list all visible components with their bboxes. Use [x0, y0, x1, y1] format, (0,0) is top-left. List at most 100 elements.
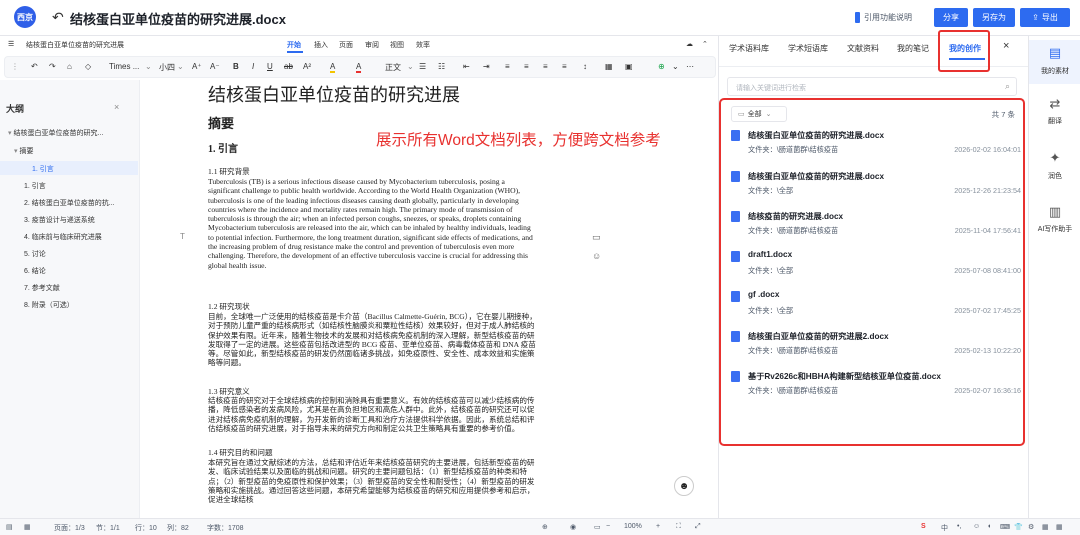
sidebar-item-ai-writer[interactable]: AI写作助手	[1029, 224, 1080, 234]
file-item[interactable]: 结核疫苗的研究进展.docx 文件夹：\肠道菌群\结核疫苗 2025-11-04…	[731, 209, 1021, 249]
outline-item[interactable]: 4. 临床前与临床研究进展	[24, 232, 102, 242]
outline-item[interactable]: 7. 参考文献	[24, 283, 60, 293]
align-right-icon[interactable]: ≡	[543, 62, 548, 71]
tab-efficiency[interactable]: 效率	[416, 40, 430, 50]
zoom-in-icon[interactable]: +	[656, 523, 660, 530]
emoji-icon[interactable]: ☺	[592, 251, 601, 261]
font-select[interactable]: Times ...	[109, 62, 139, 71]
table-icon[interactable]: ▦	[605, 62, 613, 71]
zoom-out-icon[interactable]: −	[606, 523, 610, 530]
tab-academic-corpus[interactable]: 学术语料库	[729, 43, 769, 54]
file-item[interactable]: 结核蛋白亚单位疫苗的研究进展2.docx 文件夹：\肠道菌群\结核疫苗 2025…	[731, 329, 1021, 369]
style-dropdown-icon[interactable]: ⌄	[407, 62, 414, 71]
numbered-list-icon[interactable]: ☷	[438, 62, 445, 71]
bullet-list-icon[interactable]: ☰	[419, 62, 426, 71]
outline-item[interactable]: 8. 附录（可选）	[24, 300, 74, 310]
sidebar-item-translate[interactable]: 翻译	[1029, 116, 1080, 126]
zoom-level[interactable]: 100%	[624, 523, 642, 530]
bold-icon[interactable]: B	[233, 62, 239, 71]
cloud-icon[interactable]: ☁	[686, 40, 693, 48]
tab-my-notes[interactable]: 我的笔记	[897, 43, 929, 54]
outline-item[interactable]: 6. 结论	[24, 266, 46, 276]
search-icon[interactable]: ⌕	[1005, 81, 1010, 92]
ime-keyboard-icon[interactable]: ⌨	[1000, 523, 1010, 531]
save-as-button[interactable]: 另存为	[973, 8, 1015, 27]
layout-icon[interactable]: ▦	[24, 523, 31, 531]
page-view-icon[interactable]: ▭	[594, 523, 601, 531]
outline-item[interactable]: 5. 讨论	[24, 249, 46, 259]
format-painter-icon[interactable]: ⌂	[67, 62, 72, 71]
sidebar-item-polish[interactable]: 润色	[1029, 171, 1080, 181]
ime-more-icon[interactable]: ▦	[1056, 523, 1063, 531]
ime-language[interactable]: 中	[941, 523, 948, 533]
translate-icon[interactable]: ⇄	[1029, 96, 1080, 112]
indent-icon[interactable]: ⇥	[483, 62, 490, 71]
fullscreen-icon[interactable]: ⤢	[695, 523, 701, 531]
image-icon[interactable]: ▣	[625, 62, 633, 71]
justify-icon[interactable]: ≡	[562, 62, 567, 71]
tab-review[interactable]: 审阅	[365, 40, 379, 50]
web-icon[interactable]: ⊕	[542, 523, 548, 531]
tab-insert[interactable]: 插入	[314, 40, 328, 50]
ime-voice-icon[interactable]: ◖	[987, 523, 991, 530]
clear-format-icon[interactable]: ◇	[85, 62, 91, 71]
highlight-icon[interactable]: A	[330, 62, 336, 73]
comment-icon[interactable]: ▭	[592, 232, 601, 243]
underline-icon[interactable]: U	[267, 62, 273, 71]
undo-icon[interactable]: ↶	[31, 62, 38, 71]
back-arrow-icon[interactable]: ↶	[52, 9, 64, 26]
ime-apps-icon[interactable]: ▦	[1042, 523, 1049, 531]
size-dropdown-icon[interactable]: ⌄	[177, 62, 184, 71]
outdent-icon[interactable]: ⇤	[463, 62, 470, 71]
outline-item[interactable]: 2. 结核蛋白亚单位疫苗的抗...	[24, 198, 115, 208]
panel-toggle-icon[interactable]: ▤	[6, 523, 13, 531]
ai-writer-icon[interactable]: ▥	[1029, 204, 1080, 220]
read-mode-icon[interactable]: ◉	[570, 523, 576, 531]
style-select[interactable]: 正文	[385, 62, 401, 73]
ime-logo-icon[interactable]: S	[921, 523, 926, 530]
italic-icon[interactable]: I	[252, 62, 254, 71]
superscript-icon[interactable]: A²	[303, 62, 311, 71]
outline-item[interactable]: 1. 引言	[32, 164, 54, 174]
ime-punct-icon[interactable]: •,	[957, 523, 961, 530]
polish-icon[interactable]: ✦	[1029, 150, 1080, 166]
outline-item[interactable]: 1. 引言	[24, 181, 46, 191]
fit-page-icon[interactable]: ⛶	[676, 523, 681, 531]
collapse-icon[interactable]: ⌃	[702, 40, 708, 48]
file-item[interactable]: draft1.docx 文件夹：\全部 2025-07-08 08:41:00	[731, 249, 1021, 289]
outline-item[interactable]: ▾ 摘要	[14, 146, 33, 156]
redo-icon[interactable]: ↷	[49, 62, 56, 71]
file-item[interactable]: 结核蛋白亚单位疫苗的研究进展.docx 文件夹：\全部 2025-12-26 2…	[731, 169, 1021, 209]
line-spacing-icon[interactable]: ↕	[583, 62, 587, 71]
file-item[interactable]: gf .docx 文件夹：\全部 2025-07-02 17:45:25	[731, 289, 1021, 329]
outline-item[interactable]: ▾ 结核蛋白亚单位疫苗的研究...	[8, 128, 103, 138]
materials-icon[interactable]: ▤	[1029, 45, 1080, 61]
panel-close-icon[interactable]: ×	[1003, 40, 1009, 52]
align-left-icon[interactable]: ≡	[505, 62, 510, 71]
ime-skin-icon[interactable]: 👕	[1014, 523, 1023, 531]
ime-tools-icon[interactable]: ⚙	[1028, 523, 1034, 531]
filter-select[interactable]: ▭ 全部 ⌄	[731, 106, 787, 122]
font-grow-icon[interactable]: A⁺	[192, 62, 202, 71]
font-dropdown-icon[interactable]: ⌄	[145, 62, 152, 71]
font-shrink-icon[interactable]: A⁻	[210, 62, 220, 71]
align-center-icon[interactable]: ≡	[524, 62, 529, 71]
file-item[interactable]: 结核蛋白亚单位疫苗的研究进展.docx 文件夹：\肠道菌群\结核疫苗 2026-…	[731, 128, 1021, 168]
insert-dropdown-icon[interactable]: ⌄	[672, 62, 679, 71]
ime-emoji-icon[interactable]: ☺	[973, 523, 980, 530]
more-icon[interactable]: ⋯	[686, 62, 694, 71]
share-button[interactable]: 分享	[934, 8, 968, 27]
size-select[interactable]: 小四	[159, 62, 175, 73]
tab-phrase-library[interactable]: 学术短语库	[788, 43, 828, 54]
assistant-avatar[interactable]: ☻	[674, 476, 694, 496]
sidebar-item-materials[interactable]: 我的素材	[1029, 66, 1080, 76]
tab-literature[interactable]: 文献资料	[847, 43, 879, 54]
tab-page[interactable]: 页面	[339, 40, 353, 50]
menu-icon[interactable]: ☰	[8, 40, 14, 48]
outline-item[interactable]: 3. 疫苗设计与递送系统	[24, 215, 95, 225]
insert-icon[interactable]: ⊕	[658, 62, 665, 71]
search-input[interactable]: 请输入关键词进行检索 ⌕	[727, 77, 1017, 96]
font-color-icon[interactable]: A	[356, 62, 362, 73]
export-button[interactable]: ⇪ 导出	[1020, 8, 1070, 27]
cite-help-link[interactable]: 引用功能说明	[864, 12, 912, 23]
